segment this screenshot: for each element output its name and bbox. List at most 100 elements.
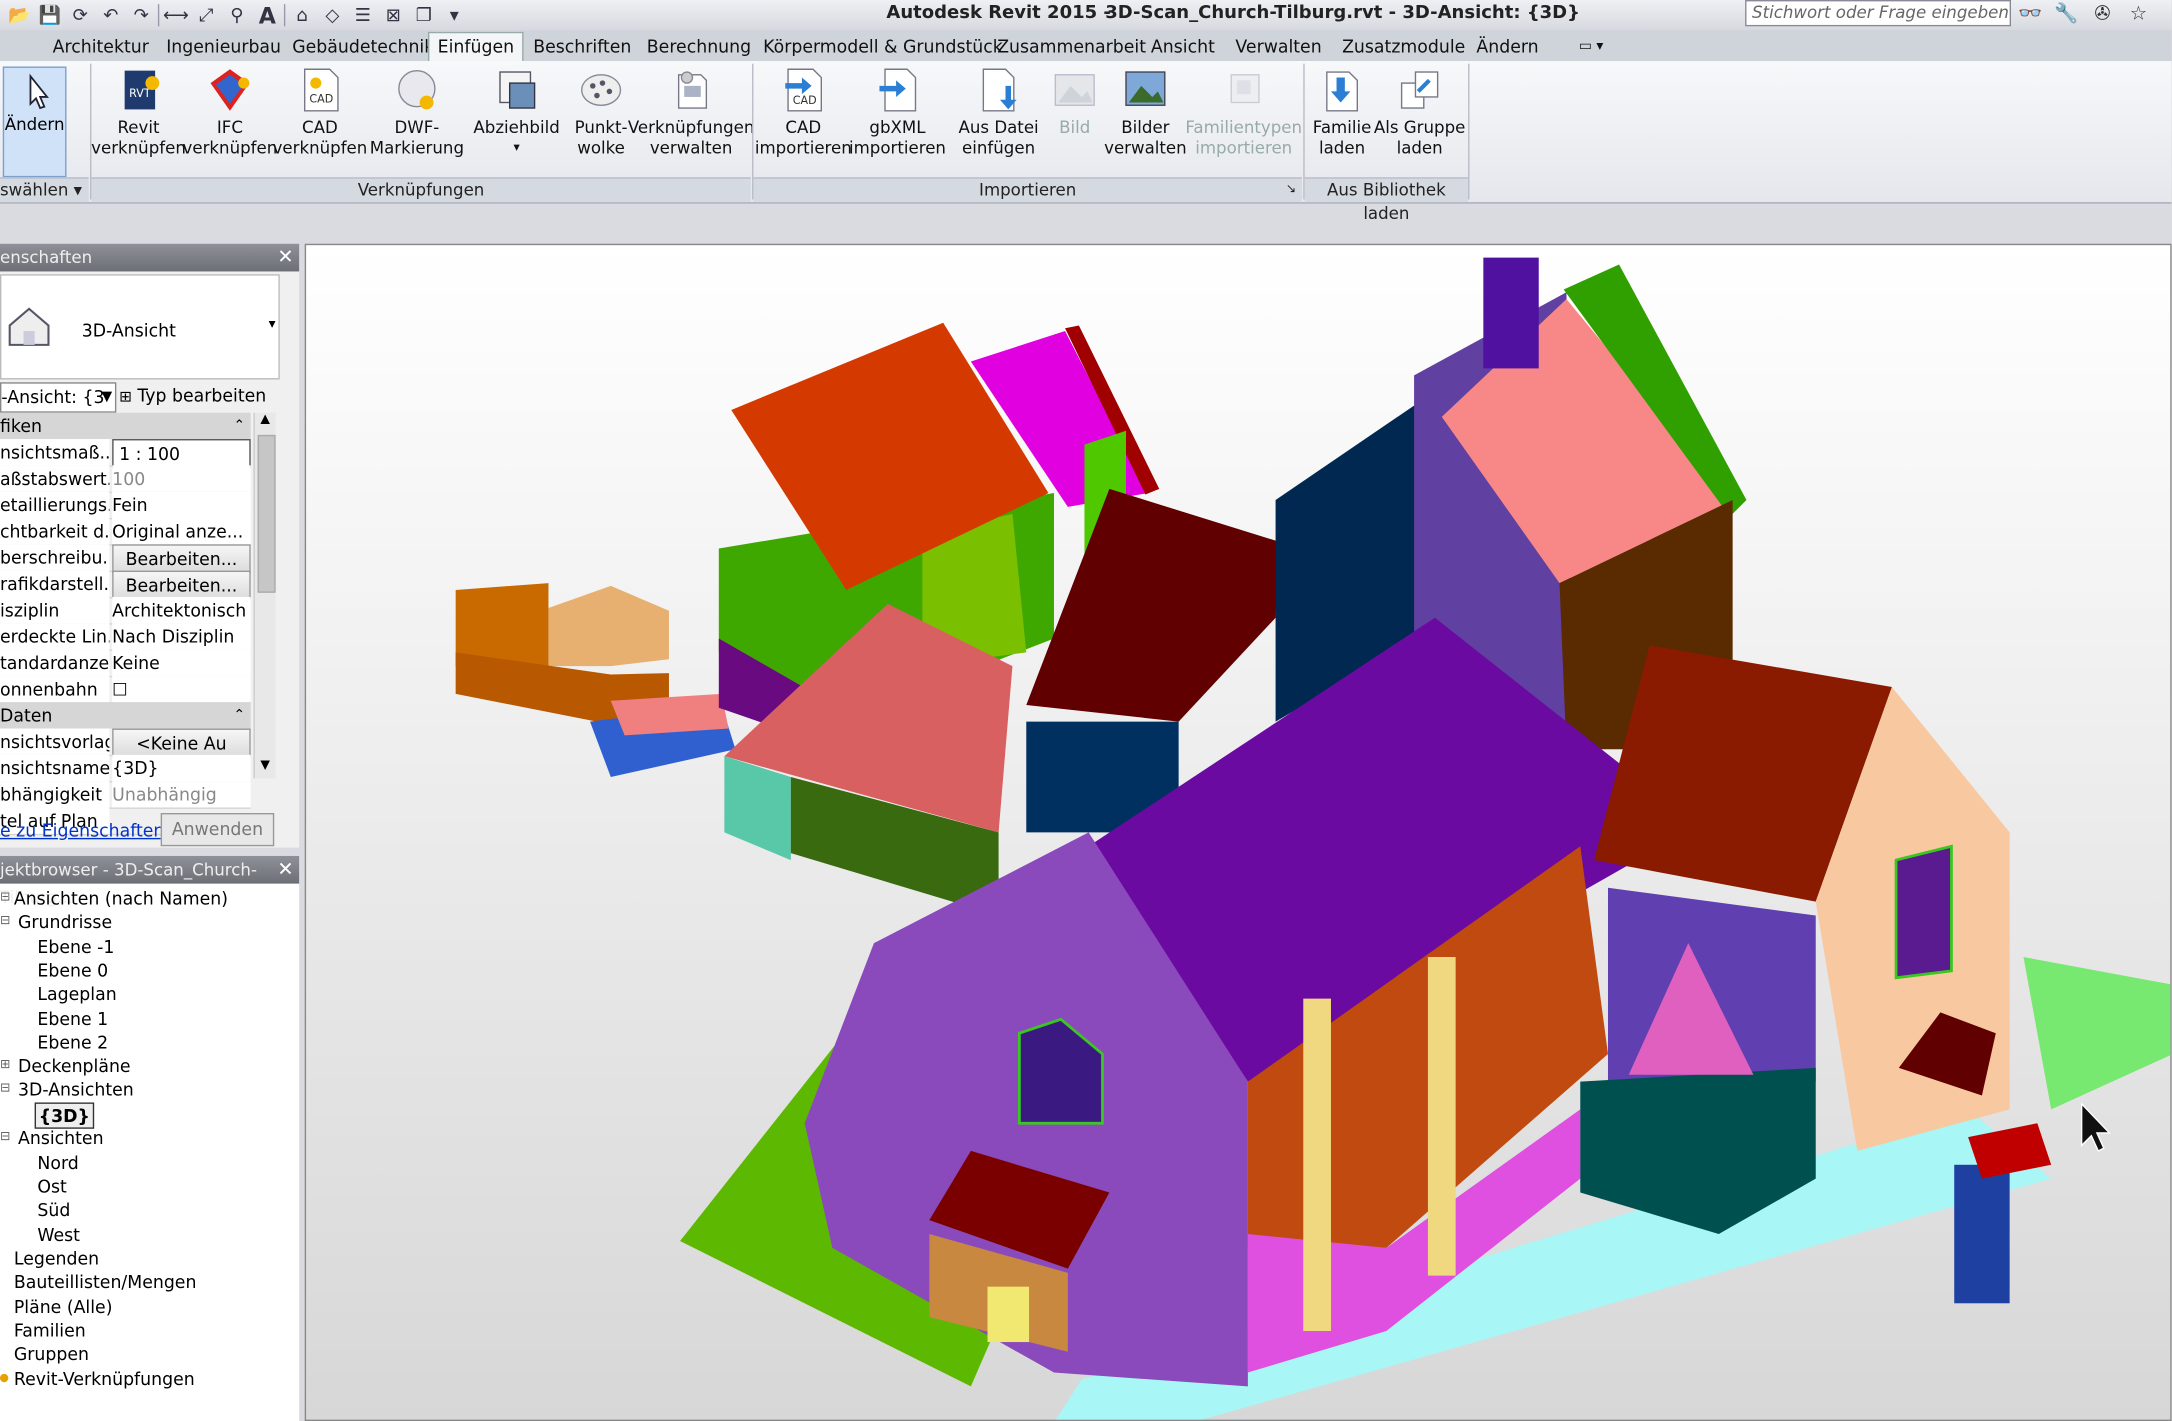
ribbon-minimize-icon[interactable]: ▭ ▾	[1571, 33, 1612, 59]
tree-floorplan-item[interactable]: Ebene 0	[37, 958, 108, 982]
tree-floorplan-item[interactable]: Ebene 2	[37, 1030, 108, 1054]
property-value[interactable]: Bearbeiten...	[112, 570, 251, 600]
favorite-icon[interactable]: ☆	[2125, 0, 2153, 28]
ifc-link-button[interactable]: IFC verknüpfen	[183, 66, 277, 174]
tree-elevation-item[interactable]: West	[37, 1223, 80, 1247]
import-family-types-button[interactable]: Familientypen importieren	[1185, 66, 1302, 174]
3d-view-icon[interactable]: ⌂	[288, 1, 316, 29]
decal-dropdown-icon[interactable]: ▾	[513, 139, 519, 160]
tree-schedules[interactable]: Bauteillisten/Mengen	[14, 1270, 197, 1294]
tab-zusatzmodule[interactable]: Zusatzmodule	[1334, 33, 1474, 59]
tree-3d-view-selected[interactable]: {3D}	[34, 1102, 95, 1129]
thin-lines-icon[interactable]: ☰	[349, 1, 377, 29]
text-icon[interactable]: A	[253, 1, 281, 29]
close-hidden-icon[interactable]: ⊠	[379, 1, 407, 29]
type-dropdown-icon[interactable]: ▾	[269, 317, 276, 332]
tree-elevation-item[interactable]: Nord	[37, 1151, 78, 1175]
help-search-input[interactable]: Stichwort oder Frage eingeben	[1745, 0, 2012, 27]
panel-launcher-icon[interactable]: ↘	[1286, 179, 1296, 203]
tab-ingenieurbau[interactable]: Ingenieurbau	[158, 33, 289, 59]
tools-icon[interactable]: 🔧	[2053, 0, 2081, 28]
tree-floorplan-item[interactable]: Ebene -1	[37, 935, 114, 959]
property-value[interactable]: <Keine Au	[112, 728, 251, 758]
group-data[interactable]: Daten ⌃	[0, 702, 251, 729]
property-value[interactable]: Keine	[112, 649, 251, 676]
property-value[interactable]: Original anze...	[112, 517, 251, 545]
tab-beschriften[interactable]: Beschriften	[525, 33, 640, 59]
tree-groups[interactable]: Gruppen	[14, 1342, 89, 1366]
3d-viewport[interactable]	[304, 243, 2172, 1421]
tab-zusammenarbeit[interactable]: Zusammenarbeit	[989, 33, 1154, 59]
decal-button[interactable]: Abziehbild ▾	[471, 66, 562, 174]
edit-type-button[interactable]: ⊞ Typ bearbeiten	[119, 382, 274, 410]
close-properties-icon[interactable]: ✕	[277, 244, 293, 272]
tree-elevation-item[interactable]: Ost	[37, 1174, 66, 1198]
modify-button[interactable]: Ändern	[2, 66, 67, 178]
tree-elevations[interactable]: Ansichten	[18, 1126, 104, 1150]
property-value[interactable]: Unabhängig	[112, 781, 251, 808]
tab-verwalten[interactable]: Verwalten	[1227, 33, 1330, 59]
manage-links-button[interactable]: Verknüpfungen verwalten	[628, 66, 754, 174]
church-3d-model[interactable]	[305, 244, 2172, 1421]
tab-koerpermodell[interactable]: Körpermodell & Grundstück	[755, 33, 1011, 59]
tree-views-root[interactable]: Ansichten (nach Namen)	[14, 886, 228, 910]
tree-elevation-item[interactable]: Süd	[37, 1198, 70, 1222]
close-browser-icon[interactable]: ✕	[277, 856, 293, 884]
insert-from-file-button[interactable]: Aus Datei einfügen	[950, 66, 1047, 174]
tab-einfuegen[interactable]: Einfügen	[427, 31, 524, 63]
load-family-button[interactable]: Familie laden	[1307, 66, 1376, 174]
customize-dropdown-icon[interactable]: ▾	[440, 1, 468, 29]
open-icon[interactable]: 📂	[6, 1, 34, 29]
sync-icon[interactable]: ⟳	[66, 1, 94, 29]
group-graphics[interactable]: fiken ⌃	[0, 412, 251, 440]
switch-windows-icon[interactable]: ❐	[410, 1, 438, 29]
tree-floorplan-item[interactable]: Ebene 1	[37, 1007, 108, 1031]
tree-ceiling-plans[interactable]: Deckenpläne	[18, 1054, 131, 1078]
property-value[interactable]: ☐	[112, 675, 251, 703]
property-value[interactable]: 1 : 100	[112, 439, 251, 469]
property-value[interactable]: {3D}	[112, 754, 251, 782]
redo-icon[interactable]: ↷	[127, 1, 155, 29]
tree-legends[interactable]: Legenden	[14, 1247, 99, 1271]
point-cloud-button[interactable]: Punkt- wolke	[568, 66, 634, 174]
exchange-icon[interactable]: ✇	[2089, 0, 2117, 28]
scroll-thumb[interactable]	[257, 434, 276, 593]
binoculars-icon[interactable]: 👓	[2017, 0, 2045, 28]
load-as-group-button[interactable]: Als Gruppe laden	[1374, 66, 1465, 174]
tree-revit-links[interactable]: Revit-Verknüpfungen	[14, 1367, 195, 1391]
revit-link-button[interactable]: RVT Revit verknüpfen	[91, 66, 186, 174]
property-value[interactable]: Fein	[112, 491, 251, 518]
save-icon[interactable]: 💾	[36, 1, 64, 29]
property-value[interactable]: Architektonisch	[112, 596, 251, 624]
type-selector[interactable]: 3D-Ansicht ▾	[0, 274, 280, 380]
tab-berechnung[interactable]: Berechnung	[638, 33, 759, 59]
manage-images-button[interactable]: Bilder verwalten	[1102, 66, 1188, 174]
measure-icon[interactable]: ⟷	[162, 1, 190, 29]
tree-floorplan-item[interactable]: Lageplan	[37, 982, 116, 1006]
cad-link-button[interactable]: CAD CAD verknüpfen	[273, 66, 367, 174]
tree-families[interactable]: Familien	[14, 1319, 86, 1343]
gbxml-import-button[interactable]: gbXML importieren	[849, 66, 946, 174]
properties-scrollbar[interactable]: ▲ ▼	[253, 412, 276, 779]
apply-button[interactable]: Anwenden	[160, 812, 275, 847]
tab-aendern[interactable]: Ändern	[1468, 33, 1547, 59]
select-dropdown[interactable]: swählen ▾	[0, 177, 89, 203]
dimension-icon[interactable]: ⤢	[193, 1, 221, 29]
tab-gebaeudetechnik[interactable]: Gebäudetechnik	[284, 33, 443, 59]
instance-filter-dropdown[interactable]: -Ansicht: {3 ▼	[0, 382, 117, 413]
section-icon[interactable]: ◇	[319, 1, 347, 29]
tree-3d-views[interactable]: 3D-Ansichten	[18, 1078, 134, 1102]
tag-icon[interactable]: ⚲	[223, 1, 251, 29]
properties-help-link[interactable]: e zu Eigenschaften	[0, 820, 164, 841]
tree-floorplans[interactable]: Grundrisse	[18, 910, 112, 934]
property-value[interactable]: 100	[112, 465, 251, 492]
property-value[interactable]: Nach Disziplin	[112, 623, 251, 650]
property-value[interactable]: Bearbeiten...	[112, 544, 251, 574]
tab-ansicht[interactable]: Ansicht	[1143, 33, 1224, 59]
dwf-markup-button[interactable]: DWF- Markierung	[368, 66, 465, 174]
cad-import-button[interactable]: CAD CAD importieren	[755, 66, 852, 174]
tab-architektur[interactable]: Architektur	[44, 33, 157, 59]
image-button[interactable]: Bild	[1050, 66, 1100, 174]
tree-sheets[interactable]: Pläne (Alle)	[14, 1295, 113, 1319]
undo-icon[interactable]: ↶	[97, 1, 125, 29]
